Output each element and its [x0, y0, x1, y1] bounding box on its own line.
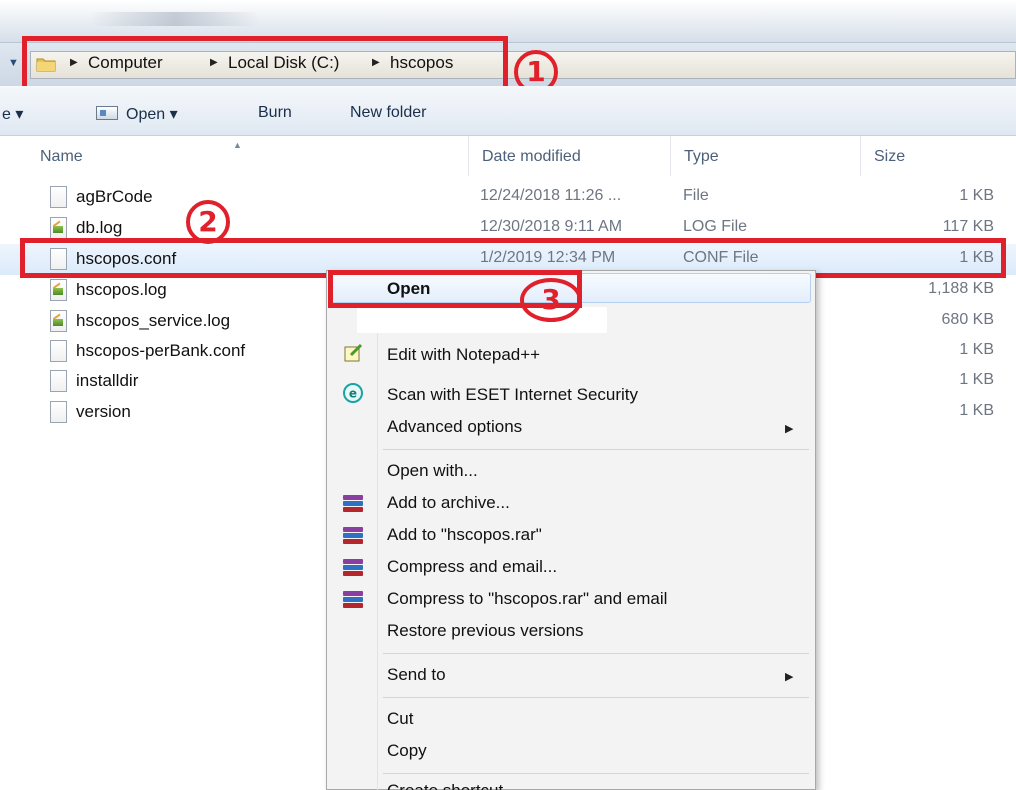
file-icon [50, 340, 67, 362]
file-size: 1 KB [959, 371, 994, 388]
menu-item-open-with[interactable]: Open with... [387, 461, 478, 481]
file-type: LOG File [683, 218, 748, 235]
menu-separator [383, 697, 809, 698]
context-menu: Open Edit with Notepad++ e Scan with ESE… [326, 270, 816, 790]
svg-text:e: e [349, 387, 357, 401]
column-divider[interactable] [468, 136, 469, 176]
file-name: hscopos.log [76, 280, 167, 299]
menu-item-add-rar[interactable]: Add to "hscopos.rar" [387, 525, 542, 545]
menu-item-cut[interactable]: Cut [387, 709, 413, 729]
notepad-plus-icon [344, 343, 363, 362]
winrar-icon [343, 559, 363, 579]
file-icon [50, 401, 67, 423]
column-divider[interactable] [860, 136, 861, 176]
column-date-modified[interactable]: Date modified [482, 148, 581, 166]
log-file-icon [50, 310, 67, 332]
menu-separator [383, 653, 809, 654]
column-size[interactable]: Size [874, 148, 905, 166]
new-folder-button[interactable]: New folder [350, 104, 426, 122]
file-name: version [76, 402, 131, 421]
menu-item-scan-eset[interactable]: Scan with ESET Internet Security [387, 385, 638, 405]
annotation-step-3: 3 [520, 278, 582, 322]
file-icon [50, 186, 67, 208]
menu-separator [383, 773, 809, 774]
winrar-icon [343, 591, 363, 611]
file-size: 1 KB [959, 402, 994, 419]
open-icon [96, 106, 118, 120]
menu-item-create-shortcut[interactable]: Create shortcut [387, 781, 503, 790]
file-icon [50, 370, 67, 392]
file-name: hscopos_service.log [76, 311, 231, 330]
burn-button[interactable]: Burn [258, 104, 292, 122]
submenu-arrow-icon: ▶ [785, 423, 794, 435]
log-file-icon [50, 217, 67, 239]
file-date: 12/30/2018 9:11 AM [480, 218, 623, 235]
file-date: 12/24/2018 11:26 ... [480, 187, 622, 204]
menu-item-copy[interactable]: Copy [387, 741, 427, 761]
menu-item-compress-rar-email[interactable]: Compress to "hscopos.rar" and email [387, 589, 667, 609]
file-size: 680 KB [941, 311, 994, 328]
organize-button[interactable]: e ▾ [2, 104, 23, 124]
submenu-arrow-icon: ▶ [785, 671, 794, 683]
menu-item-add-archive[interactable]: Add to archive... [387, 493, 510, 513]
file-name: agBrCode [76, 187, 153, 206]
file-size: 1 KB [959, 341, 994, 358]
winrar-icon [343, 495, 363, 515]
column-name[interactable]: Name [40, 148, 83, 166]
menu-item-advanced-options[interactable]: Advanced options [387, 417, 522, 437]
column-header-row: ▲ Name Date modified Type Size [0, 136, 1016, 176]
recent-locations-arrow-icon[interactable]: ▼ [8, 57, 19, 69]
file-name: hscopos-perBank.conf [76, 341, 246, 360]
menu-item-edit-notepad[interactable]: Edit with Notepad++ [387, 345, 540, 365]
menu-item-send-to[interactable]: Send to [387, 665, 446, 685]
file-name: installdir [76, 371, 139, 390]
menu-separator [383, 449, 809, 450]
file-size: 117 KB [942, 218, 994, 235]
log-file-icon [50, 279, 67, 301]
command-toolbar: e ▾ Open ▾ Burn New folder [0, 86, 1016, 136]
menu-item-restore-versions[interactable]: Restore previous versions [387, 621, 584, 641]
file-size: 1,188 KB [928, 280, 994, 297]
column-divider[interactable] [670, 136, 671, 176]
file-row[interactable]: agBrCode 12/24/2018 11:26 ... File 1 KB [0, 182, 1016, 213]
annotation-step-2: 2 [186, 200, 230, 244]
blurred-title [90, 12, 260, 26]
menu-gutter [377, 271, 378, 790]
column-type[interactable]: Type [684, 148, 719, 166]
eset-icon: e [343, 383, 363, 403]
sort-ascending-icon: ▲ [233, 140, 242, 150]
file-type: File [683, 187, 709, 204]
menu-item-compress-email[interactable]: Compress and email... [387, 557, 557, 577]
winrar-icon [343, 527, 363, 547]
open-button[interactable]: Open ▾ [126, 104, 178, 124]
file-size: 1 KB [959, 187, 994, 204]
file-name: db.log [76, 218, 123, 237]
